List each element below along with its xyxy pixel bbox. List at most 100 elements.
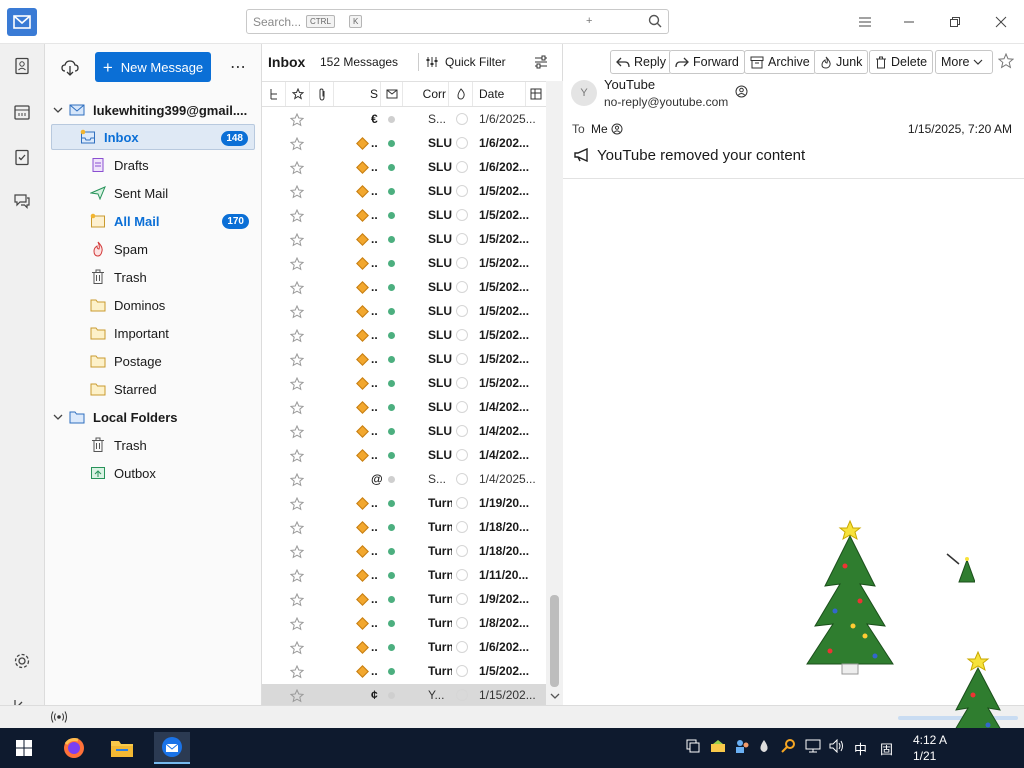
table-row[interactable]: .. SLU 1/5/202... bbox=[262, 324, 546, 348]
reply-button[interactable]: Reply bbox=[610, 50, 672, 74]
chat-icon[interactable] bbox=[10, 189, 34, 213]
read-status-icon[interactable] bbox=[388, 476, 395, 483]
read-status-icon[interactable] bbox=[388, 620, 395, 627]
junk-button[interactable]: Junk bbox=[814, 50, 869, 74]
message-list-scrollbar[interactable] bbox=[546, 81, 563, 705]
chevron-down-icon[interactable] bbox=[51, 413, 65, 421]
tray-app-icon[interactable] bbox=[710, 739, 726, 756]
folder-drafts[interactable]: Drafts bbox=[51, 152, 255, 178]
junk-status-icon[interactable] bbox=[456, 689, 468, 701]
scrollbar-thumb[interactable] bbox=[550, 595, 559, 687]
read-status-icon[interactable] bbox=[388, 284, 395, 291]
junk-status-icon[interactable] bbox=[456, 305, 468, 317]
forward-button[interactable]: Forward bbox=[669, 50, 745, 74]
folder-dominos[interactable]: Dominos bbox=[51, 292, 255, 318]
task-view-icon[interactable] bbox=[686, 739, 700, 756]
chevron-down-icon[interactable] bbox=[51, 106, 65, 114]
star-icon[interactable] bbox=[289, 424, 305, 442]
star-icon[interactable] bbox=[289, 400, 305, 418]
drop-icon[interactable] bbox=[759, 739, 769, 756]
star-icon[interactable] bbox=[289, 280, 305, 298]
junk-status-icon[interactable] bbox=[456, 209, 468, 221]
table-row[interactable]: .. Turn 1/18/20... bbox=[262, 540, 546, 564]
junk-status-icon[interactable] bbox=[456, 545, 468, 557]
delete-button[interactable]: Delete bbox=[869, 50, 934, 74]
read-status-icon[interactable] bbox=[388, 236, 395, 243]
display-options-icon[interactable] bbox=[532, 53, 550, 71]
star-icon[interactable] bbox=[289, 304, 305, 322]
junk-status-icon[interactable] bbox=[456, 329, 468, 341]
table-row[interactable]: .. SLU 1/4/202... bbox=[262, 444, 546, 468]
table-row[interactable]: .. SLU 1/5/202... bbox=[262, 300, 546, 324]
read-status-icon[interactable] bbox=[388, 140, 395, 147]
junk-status-icon[interactable] bbox=[456, 257, 468, 269]
local-folder-outbox[interactable]: Outbox bbox=[51, 460, 255, 486]
table-row[interactable]: .. SLU 1/4/202... bbox=[262, 420, 546, 444]
junk-status-icon[interactable] bbox=[456, 281, 468, 293]
folder-pane-more-button[interactable]: ⋯ bbox=[227, 57, 249, 77]
junk-status-icon[interactable] bbox=[456, 593, 468, 605]
ime-mode[interactable]: 中 bbox=[854, 739, 867, 758]
junk-status-icon[interactable] bbox=[456, 185, 468, 197]
account-row[interactable]: lukewhiting399@gmail.... bbox=[51, 97, 255, 123]
folder-spam[interactable]: Spam bbox=[51, 236, 255, 262]
folder-important[interactable]: Important bbox=[51, 320, 255, 346]
star-icon[interactable] bbox=[289, 232, 305, 250]
star-icon[interactable] bbox=[289, 112, 305, 130]
local-folder-trash[interactable]: Trash bbox=[51, 432, 255, 458]
star-icon[interactable] bbox=[289, 472, 305, 490]
junk-column-icon[interactable] bbox=[449, 82, 473, 106]
star-icon[interactable] bbox=[289, 160, 305, 178]
tasks-icon[interactable] bbox=[10, 145, 34, 169]
minimize-icon[interactable] bbox=[899, 12, 919, 32]
junk-status-icon[interactable] bbox=[456, 617, 468, 629]
firefox-icon[interactable] bbox=[56, 732, 92, 764]
read-status-icon[interactable] bbox=[388, 524, 395, 531]
table-row[interactable]: .. SLU 1/5/202... bbox=[262, 252, 546, 276]
star-icon[interactable] bbox=[289, 520, 305, 538]
table-row[interactable]: .. SLU 1/5/202... bbox=[262, 276, 546, 300]
sender-address[interactable]: no-reply@youtube.com bbox=[604, 95, 728, 109]
column-picker-icon[interactable] bbox=[526, 82, 546, 106]
new-message-button[interactable]: + New Message bbox=[95, 52, 211, 82]
junk-status-icon[interactable] bbox=[456, 641, 468, 653]
start-windows-icon[interactable] bbox=[6, 732, 42, 764]
sender-name[interactable]: YouTube bbox=[604, 77, 655, 92]
table-row[interactable]: .. Turn 1/5/202... bbox=[262, 660, 546, 684]
scroll-down-icon[interactable] bbox=[550, 688, 560, 703]
folder-starred[interactable]: Starred bbox=[51, 376, 255, 402]
star-icon[interactable] bbox=[289, 376, 305, 394]
star-icon[interactable] bbox=[289, 688, 305, 705]
junk-status-icon[interactable] bbox=[456, 425, 468, 437]
search-key-icon[interactable] bbox=[780, 739, 796, 756]
star-icon[interactable] bbox=[289, 328, 305, 346]
search-icon[interactable] bbox=[648, 14, 662, 31]
read-status-icon[interactable] bbox=[388, 428, 395, 435]
mail-space-icon[interactable] bbox=[7, 8, 37, 36]
recipient-name[interactable]: Me bbox=[591, 122, 623, 136]
read-status-icon[interactable] bbox=[388, 116, 395, 123]
read-status-icon[interactable] bbox=[388, 380, 395, 387]
folder-inbox[interactable]: Inbox 148 bbox=[51, 124, 255, 150]
read-status-icon[interactable] bbox=[388, 164, 395, 171]
star-icon[interactable] bbox=[289, 496, 305, 514]
junk-status-icon[interactable] bbox=[456, 401, 468, 413]
read-status-icon[interactable] bbox=[388, 452, 395, 459]
table-row[interactable]: .. SLU 1/6/202... bbox=[262, 156, 546, 180]
junk-status-icon[interactable] bbox=[456, 665, 468, 677]
table-row[interactable]: € S... 1/6/2025... bbox=[262, 108, 546, 132]
close-icon[interactable] bbox=[991, 12, 1011, 32]
read-status-icon[interactable] bbox=[388, 356, 395, 363]
read-status-icon[interactable] bbox=[388, 644, 395, 651]
table-row[interactable]: .. Turn 1/9/202... bbox=[262, 588, 546, 612]
calendar-icon[interactable] bbox=[10, 100, 34, 124]
star-icon[interactable] bbox=[289, 640, 305, 658]
star-icon[interactable] bbox=[289, 208, 305, 226]
people-icon[interactable] bbox=[734, 739, 750, 756]
junk-status-icon[interactable] bbox=[456, 161, 468, 173]
attachment-column-icon[interactable] bbox=[310, 82, 334, 106]
table-row[interactable]: .. SLU 1/5/202... bbox=[262, 348, 546, 372]
taskbar-clock[interactable]: 4:12 A 1/21 bbox=[913, 732, 947, 764]
table-row[interactable]: .. SLU 1/5/202... bbox=[262, 228, 546, 252]
star-icon[interactable] bbox=[289, 592, 305, 610]
